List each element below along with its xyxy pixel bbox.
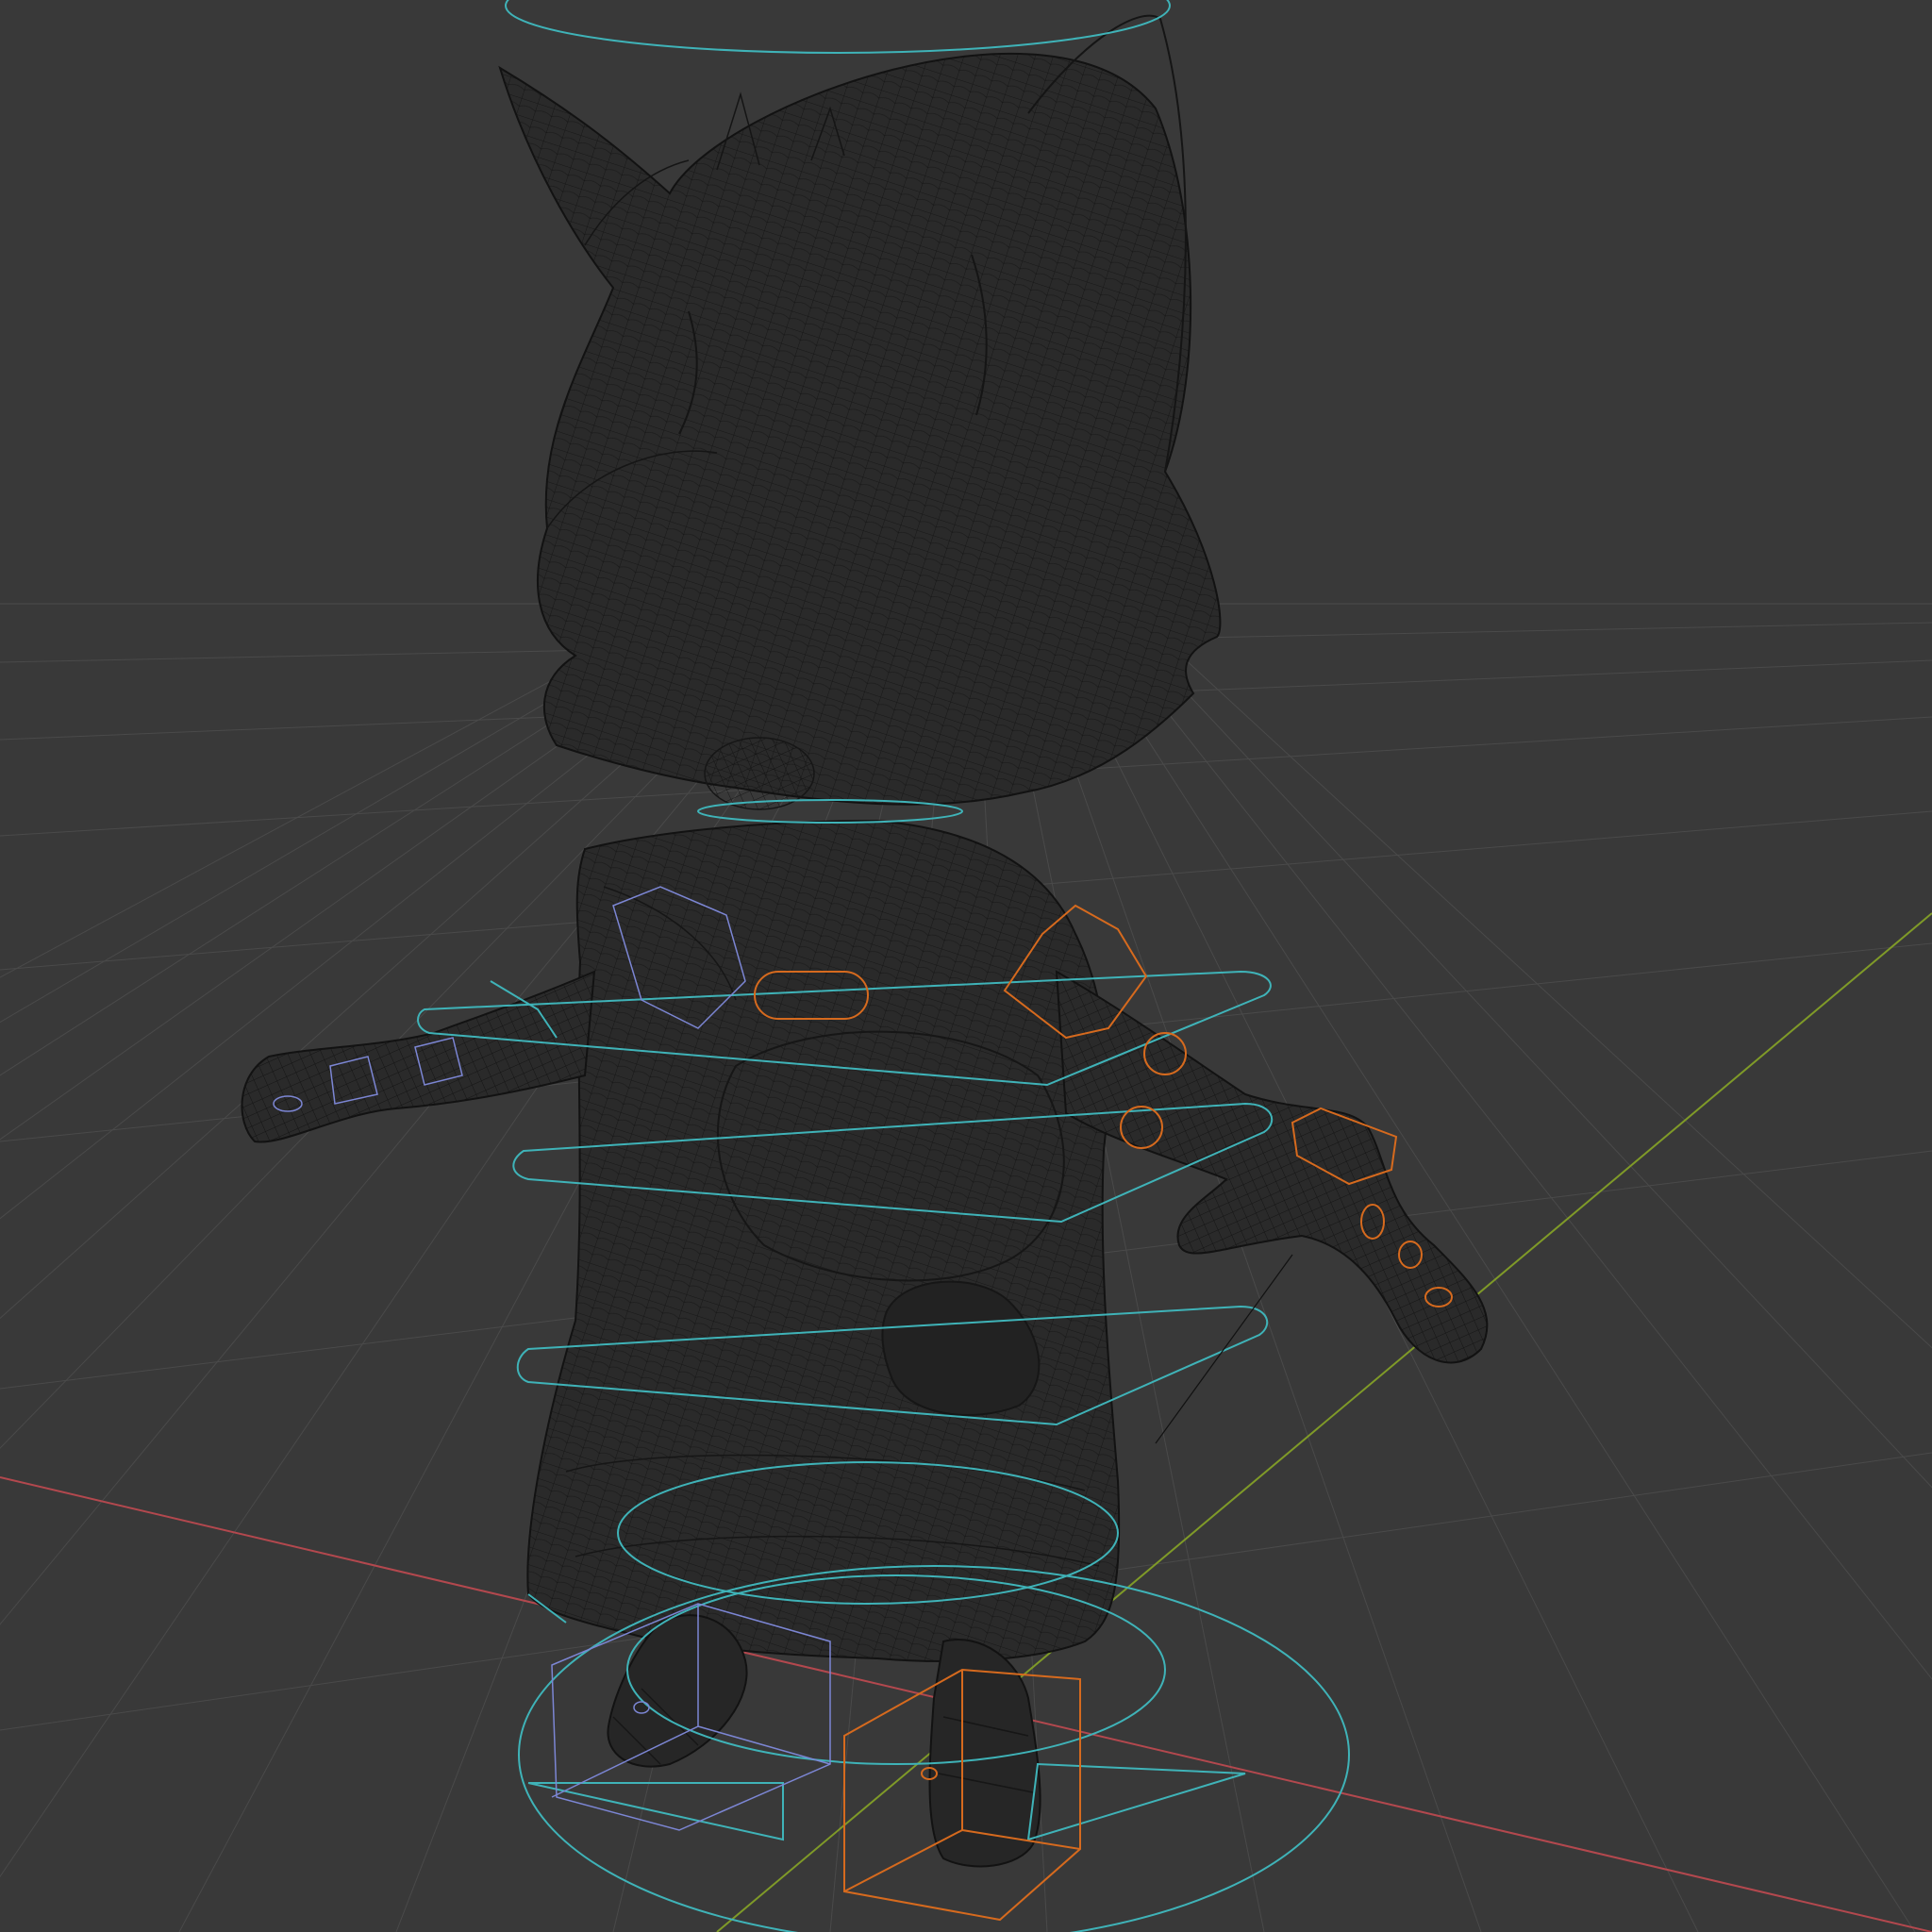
root-arrow-shape[interactable] [527,1762,1246,1841]
left-leg-mesh[interactable] [607,1614,748,1768]
body-mesh[interactable] [526,819,1121,1662]
top-control-ring[interactable] [505,0,1171,54]
viewport-scene[interactable] [0,0,1932,1932]
head-mesh[interactable] [498,14,1222,810]
grid-line [1041,575,1916,1932]
grid-line [1058,575,1932,1680]
grid-line [1075,575,1932,1489]
neck-control-ring[interactable] [697,799,963,824]
character-wireframe[interactable] [241,14,1489,1868]
3d-viewport[interactable] [0,0,1932,1932]
ik-guide-line [1155,1254,1293,1444]
